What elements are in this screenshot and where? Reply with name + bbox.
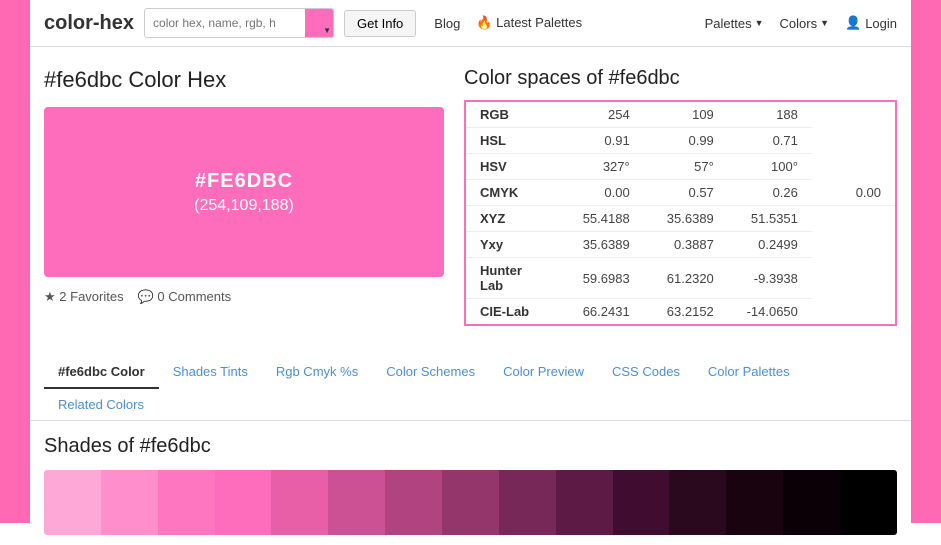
shade-block[interactable] <box>158 470 215 535</box>
label-cell: HSL <box>465 128 560 154</box>
label-cell: CIE-Lab <box>465 299 560 326</box>
value-cell-2: 57° <box>644 154 728 180</box>
value-cell-2: 0.99 <box>644 128 728 154</box>
value-cell-1: 0.91 <box>560 128 644 154</box>
value-cell-3: 188 <box>728 101 812 128</box>
table-row: Hunter Lab 59.6983 61.2320 -9.3938 <box>465 258 896 299</box>
search-form <box>144 8 334 38</box>
favorites-item[interactable]: ★ 2 Favorites <box>44 289 124 305</box>
shade-block[interactable] <box>726 470 783 535</box>
comments-item[interactable]: 💬 0 Comments <box>138 289 232 305</box>
tab-nav: #fe6dbc ColorShades TintsRgb Cmyk %sColo… <box>30 356 911 421</box>
value-cell-1: 254 <box>560 101 644 128</box>
value-cell-1: 35.6389 <box>560 232 644 258</box>
shade-block[interactable] <box>215 470 272 535</box>
color-spaces-title: Color spaces of #fe6dbc <box>464 67 897 90</box>
favorites-bar: ★ 2 Favorites 💬 0 Comments <box>44 289 444 305</box>
label-cell: Hunter Lab <box>465 258 560 299</box>
shade-block[interactable] <box>499 470 556 535</box>
value-cell-1: 55.4188 <box>560 206 644 232</box>
comment-icon: 💬 <box>138 289 154 304</box>
header-nav: Blog 🔥 Latest Palettes <box>434 15 582 31</box>
shade-block[interactable] <box>556 470 613 535</box>
value-cell-2: 35.6389 <box>644 206 728 232</box>
search-input[interactable] <box>145 11 305 35</box>
tab-css-codes[interactable]: CSS Codes <box>598 356 694 389</box>
tab-color-palettes[interactable]: Color Palettes <box>694 356 804 389</box>
tab-related-colors[interactable]: Related Colors <box>44 389 158 420</box>
table-row: CIE-Lab 66.2431 63.2152 -14.0650 <box>465 299 896 326</box>
shade-block[interactable] <box>840 470 897 535</box>
label-cell: CMYK <box>465 180 560 206</box>
blog-link[interactable]: Blog <box>434 16 460 31</box>
value-cell-4: 0.00 <box>812 180 896 206</box>
color-spaces-table: RGB 254 109 188HSL 0.91 0.99 0.71HSV 327… <box>464 100 897 326</box>
table-row: HSV 327° 57° 100° <box>465 154 896 180</box>
value-cell-3: 0.26 <box>728 180 812 206</box>
table-row: RGB 254 109 188 <box>465 101 896 128</box>
tab-color[interactable]: #fe6dbc Color <box>44 356 159 389</box>
value-cell-2: 109 <box>644 101 728 128</box>
value-cell-2: 0.3887 <box>644 232 728 258</box>
star-icon: ★ <box>44 289 56 304</box>
value-cell-2: 61.2320 <box>644 258 728 299</box>
table-row: CMYK 0.00 0.57 0.260.00 <box>465 180 896 206</box>
login-link[interactable]: 👤 Login <box>845 15 897 31</box>
tab-color-preview[interactable]: Color Preview <box>489 356 598 389</box>
shade-block[interactable] <box>328 470 385 535</box>
value-cell-3: 51.5351 <box>728 206 812 232</box>
value-cell-1: 0.00 <box>560 180 644 206</box>
right-panel: Color spaces of #fe6dbc RGB 254 109 188H… <box>464 67 897 326</box>
site-logo[interactable]: color-hex <box>44 12 134 35</box>
shades-title: Shades of #fe6dbc <box>44 435 897 458</box>
shades-strip <box>44 470 897 535</box>
tab-color-schemes[interactable]: Color Schemes <box>372 356 489 389</box>
value-cell-3: -9.3938 <box>728 258 812 299</box>
tab-rgb-cmyk[interactable]: Rgb Cmyk %s <box>262 356 372 389</box>
shade-block[interactable] <box>101 470 158 535</box>
value-cell-1: 66.2431 <box>560 299 644 326</box>
latest-palettes-link[interactable]: 🔥 Latest Palettes <box>476 15 582 31</box>
value-cell-2: 0.57 <box>644 180 728 206</box>
value-cell-3: 100° <box>728 154 812 180</box>
user-icon: 👤 <box>845 15 861 31</box>
color-swatch-button[interactable] <box>305 9 333 37</box>
shade-block[interactable] <box>783 470 840 535</box>
color-preview-box: #FE6DBC (254,109,188) <box>44 107 444 277</box>
value-cell-1: 59.6983 <box>560 258 644 299</box>
shade-block[interactable] <box>613 470 670 535</box>
value-cell-3: 0.71 <box>728 128 812 154</box>
label-cell: Yxy <box>465 232 560 258</box>
label-cell: HSV <box>465 154 560 180</box>
color-rgb-display: (254,109,188) <box>194 197 294 215</box>
shade-block[interactable] <box>44 470 101 535</box>
shades-section: Shades of #fe6dbc <box>30 421 911 545</box>
value-cell-3: 0.2499 <box>728 232 812 258</box>
shade-block[interactable] <box>385 470 442 535</box>
page-title: #fe6dbc Color Hex <box>44 67 444 93</box>
main-content: #fe6dbc Color Hex #FE6DBC (254,109,188) … <box>30 47 911 336</box>
shade-block[interactable] <box>271 470 328 535</box>
fire-icon: 🔥 <box>476 15 492 30</box>
left-panel: #fe6dbc Color Hex #FE6DBC (254,109,188) … <box>44 67 444 326</box>
header: color-hex Get Info Blog 🔥 Latest Palette… <box>30 0 911 47</box>
get-info-button[interactable]: Get Info <box>344 10 416 37</box>
shade-block[interactable] <box>442 470 499 535</box>
table-row: Yxy 35.6389 0.3887 0.2499 <box>465 232 896 258</box>
palettes-dropdown[interactable]: Palettes <box>705 16 764 31</box>
value-cell-3: -14.0650 <box>728 299 812 326</box>
value-cell-2: 63.2152 <box>644 299 728 326</box>
table-row: HSL 0.91 0.99 0.71 <box>465 128 896 154</box>
color-hex-display: #FE6DBC <box>195 170 293 193</box>
value-cell-1: 327° <box>560 154 644 180</box>
shade-block[interactable] <box>669 470 726 535</box>
header-right: Palettes Colors 👤 Login <box>705 15 897 31</box>
label-cell: XYZ <box>465 206 560 232</box>
tab-shades-tints[interactable]: Shades Tints <box>159 356 262 389</box>
table-row: XYZ 55.4188 35.6389 51.5351 <box>465 206 896 232</box>
colors-dropdown[interactable]: Colors <box>780 16 830 31</box>
label-cell: RGB <box>465 101 560 128</box>
